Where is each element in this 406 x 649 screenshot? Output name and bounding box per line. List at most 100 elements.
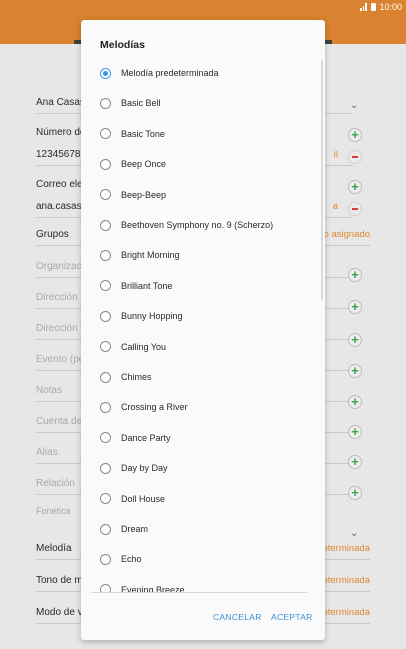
ringtone-value: eterminada xyxy=(322,543,370,554)
ringtone-option[interactable]: Brilliant Tone xyxy=(81,271,325,301)
ringtone-list[interactable]: Melodía predeterminada Basic Bell Basic To… xyxy=(81,58,325,593)
radio-unselected-icon[interactable] xyxy=(100,219,111,231)
phonetic-label: Fonética xyxy=(36,506,71,516)
ringtone-option-label: Beep Once xyxy=(121,159,167,170)
ringtone-option[interactable]: Beethoven Symphony no. 9 (Scherzo) xyxy=(81,210,325,240)
cancel-button[interactable]: CANCELAR xyxy=(213,612,262,622)
ringtone-option[interactable]: Doll House xyxy=(81,484,325,514)
web-label: Dirección w xyxy=(36,323,88,334)
status-icons: 10:00 xyxy=(360,2,402,12)
ringtone-option-label: Dream xyxy=(121,524,149,534)
radio-unselected-icon[interactable] xyxy=(100,158,111,170)
ringtone-option-label: Doll House xyxy=(121,493,166,504)
radio-unselected-icon[interactable] xyxy=(100,189,111,201)
radio-unselected-icon[interactable] xyxy=(100,310,111,322)
ringtone-option-label: Basic Bell xyxy=(121,98,161,109)
ringtone-option[interactable]: Crossing a River xyxy=(81,392,325,422)
ringtone-option[interactable]: Basic Bell xyxy=(81,88,325,118)
chevron-down-icon[interactable]: ⌄ xyxy=(350,100,360,111)
ringtone-option-label: Bright Morning xyxy=(121,250,180,261)
add-alias-icon[interactable]: + xyxy=(348,455,362,469)
msgtone-label: Tono de m xyxy=(36,575,83,586)
ringtone-option-label: Brilliant Tone xyxy=(121,280,173,291)
groups-label: Grupos xyxy=(36,229,69,240)
ringtone-option-label: Basic Tone xyxy=(121,128,165,139)
add-email-icon[interactable]: + xyxy=(348,180,362,194)
ringtone-option[interactable]: Evening Breeze xyxy=(81,575,325,593)
radio-unselected-icon[interactable] xyxy=(100,249,111,261)
ringtone-option[interactable]: Basic Tone xyxy=(81,119,325,149)
ringtone-option[interactable]: Bright Morning xyxy=(81,240,325,270)
list-scrollbar[interactable] xyxy=(321,60,323,300)
radio-unselected-icon[interactable] xyxy=(100,97,111,109)
email-value: ana.casas. xyxy=(36,201,85,212)
vibration-value: eterminada xyxy=(322,607,370,618)
radio-unselected-icon[interactable] xyxy=(100,280,111,292)
radio-unselected-icon[interactable] xyxy=(100,462,111,474)
ringtone-option-label: Chimes xyxy=(121,372,152,382)
ringtone-dialog: Melodías Melodía predeterminada Basic Bel… xyxy=(81,20,325,640)
radio-unselected-icon[interactable] xyxy=(100,432,111,444)
radio-unselected-icon[interactable] xyxy=(100,553,111,565)
radio-unselected-icon[interactable] xyxy=(100,128,111,140)
alias-label: Alias xyxy=(36,447,58,458)
address-label: Dirección xyxy=(36,292,78,303)
remove-phone-icon[interactable] xyxy=(348,150,362,164)
dialog-title: Melodías xyxy=(100,39,145,51)
radio-unselected-icon[interactable] xyxy=(100,401,111,413)
ringtone-option[interactable]: Beep Once xyxy=(81,149,325,179)
notes-label: Notas xyxy=(36,385,63,396)
email-type[interactable]: a xyxy=(333,201,338,212)
add-address-icon[interactable]: + xyxy=(348,300,362,314)
status-bar: 10:00 xyxy=(0,0,406,14)
ringtone-option[interactable]: Calling You xyxy=(81,332,325,362)
accept-button[interactable]: ACEPTAR xyxy=(271,612,313,622)
radio-unselected-icon[interactable] xyxy=(100,371,111,383)
add-notes-icon[interactable]: + xyxy=(348,395,362,409)
phone-type[interactable]: il xyxy=(334,149,338,160)
ringtone-option[interactable]: Day by Day xyxy=(81,453,325,483)
msgtone-value: eterminada xyxy=(322,575,370,586)
account-label: Cuenta de xyxy=(36,416,83,427)
ringtone-option[interactable]: Bunny Hopping xyxy=(81,301,325,331)
event-label: Evento (po xyxy=(36,354,85,365)
name-value: Ana Casas xyxy=(36,97,85,108)
add-phone-icon[interactable]: + xyxy=(348,128,362,142)
ringtone-label: Melodía xyxy=(36,543,72,554)
remove-email-icon[interactable] xyxy=(348,202,362,216)
add-account-icon[interactable]: + xyxy=(348,425,362,439)
add-relation-icon[interactable]: + xyxy=(348,486,362,500)
vibration-label: Modo de vi xyxy=(36,607,85,618)
ringtone-option[interactable]: Beep-Beep xyxy=(81,180,325,210)
ringtone-option[interactable]: Melodía predeterminada xyxy=(81,58,325,88)
radio-unselected-icon[interactable] xyxy=(100,341,111,353)
add-org-icon[interactable]: + xyxy=(348,268,362,282)
ringtone-option-label: Melodía predeterminada xyxy=(121,68,219,78)
ringtone-option[interactable]: Chimes xyxy=(81,362,325,392)
ringtone-option-label: Bunny Hopping xyxy=(121,311,183,322)
radio-unselected-icon[interactable] xyxy=(100,523,111,535)
ringtone-option[interactable]: Dance Party xyxy=(81,423,325,453)
add-event-icon[interactable]: + xyxy=(348,364,362,378)
email-label: Correo elec xyxy=(36,179,88,190)
ringtone-option[interactable]: Dream xyxy=(81,514,325,544)
ringtone-option-label: Calling You xyxy=(121,341,167,352)
battery-icon xyxy=(371,3,377,11)
ringtone-option-label: Beethoven Symphony no. 9 (Scherzo) xyxy=(121,220,274,230)
radio-selected-icon[interactable] xyxy=(100,67,111,79)
dialog-divider xyxy=(91,592,307,593)
status-time: 10:00 xyxy=(379,2,402,12)
phone-label: Número de xyxy=(36,127,86,138)
ringtone-option-label: Dance Party xyxy=(121,432,171,443)
ringtone-option[interactable]: Echo xyxy=(81,544,325,574)
phone-value: 123456789 xyxy=(36,149,87,160)
ringtone-option-label: Day by Day xyxy=(121,463,168,474)
groups-value: o asignado xyxy=(323,229,370,240)
ringtone-option-label: Beep-Beep xyxy=(121,189,167,200)
signal-icon xyxy=(360,3,368,11)
add-web-icon[interactable]: + xyxy=(348,333,362,347)
ringtone-option-label: Crossing a River xyxy=(121,402,188,413)
relation-label: Relación xyxy=(36,478,75,489)
ringtone-option-label: Echo xyxy=(121,554,142,565)
radio-unselected-icon[interactable] xyxy=(100,493,111,505)
